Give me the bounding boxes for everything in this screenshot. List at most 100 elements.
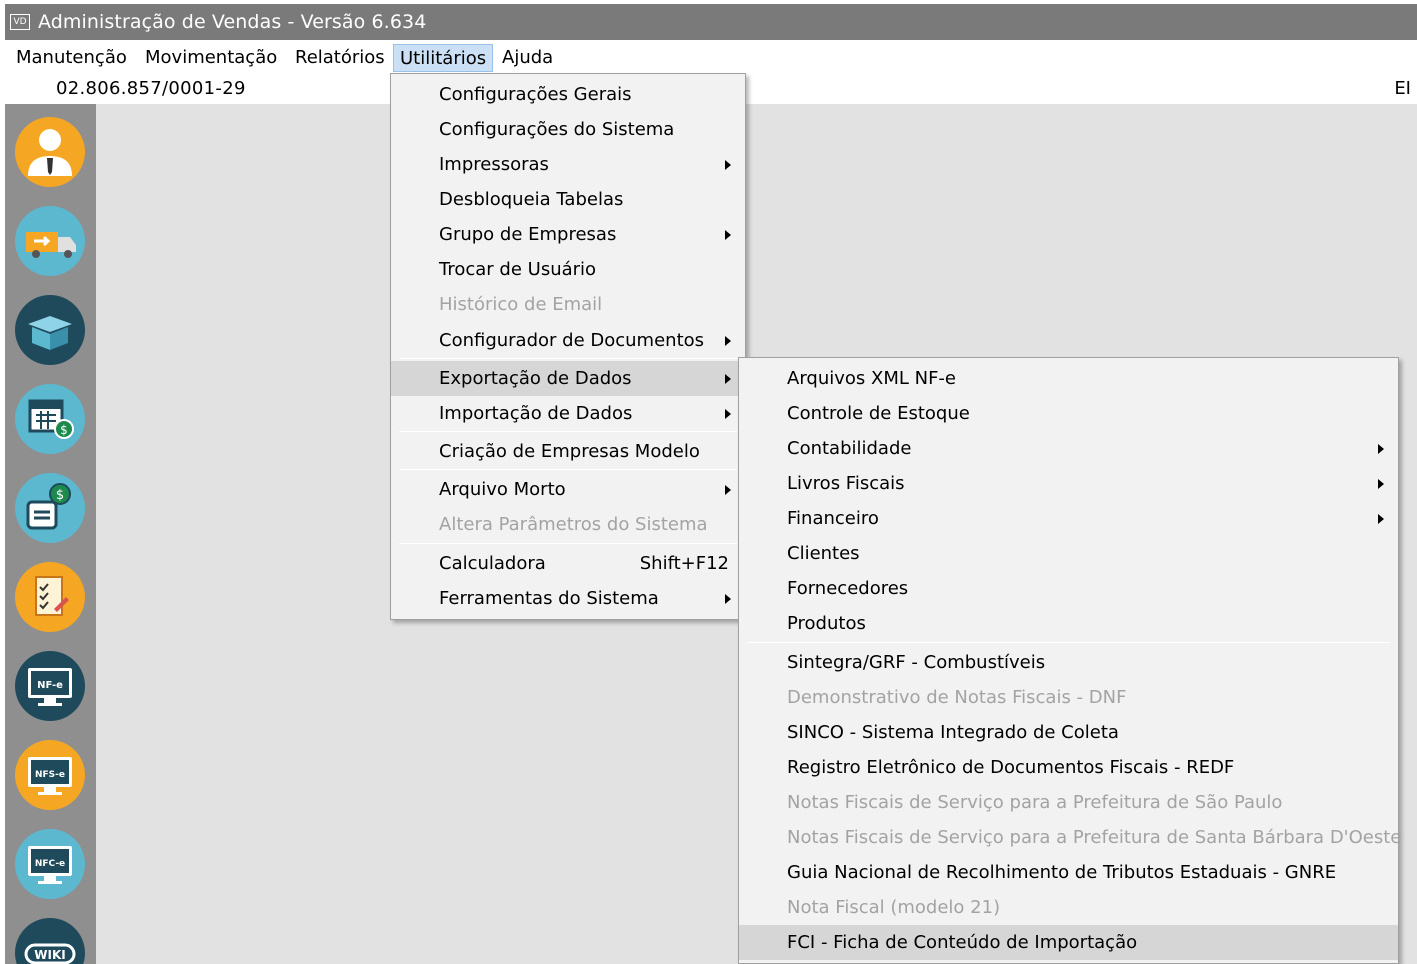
menu-item-label: Notas Fiscais de Serviço para a Prefeitu… bbox=[787, 792, 1283, 813]
submenu-item-nfs-santa-barbara: Notas Fiscais de Serviço para a Prefeitu… bbox=[739, 820, 1402, 855]
submenu-arrow-icon bbox=[725, 485, 731, 495]
submenu-item-redf[interactable]: Registro Eletrônico de Documentos Fiscai… bbox=[739, 750, 1398, 785]
sidebar: $ $ NF-e NFS-e NFC-e WIKI bbox=[5, 104, 96, 964]
money-document-icon[interactable]: $ bbox=[14, 472, 86, 544]
svg-text:$: $ bbox=[60, 423, 68, 437]
menu-item-label: Notas Fiscais de Serviço para a Prefeitu… bbox=[787, 827, 1402, 848]
menu-relatorios[interactable]: Relatórios bbox=[289, 44, 391, 72]
menu-item-label: Exportação de Dados bbox=[439, 368, 632, 389]
nfe-monitor-icon[interactable]: NF-e bbox=[14, 650, 86, 722]
submenu-item-livros-fiscais[interactable]: Livros Fiscais bbox=[739, 466, 1398, 501]
user-icon[interactable] bbox=[14, 116, 86, 188]
calendar-money-icon[interactable]: $ bbox=[14, 383, 86, 455]
submenu-arrow-icon bbox=[725, 336, 731, 346]
menu-item-configurador-documentos[interactable]: Configurador de Documentos bbox=[391, 323, 745, 358]
title-bar: VD Administração de Vendas - Versão 6.63… bbox=[5, 4, 1417, 40]
nfe-label: NF-e bbox=[37, 680, 63, 691]
menu-separator bbox=[747, 642, 1390, 643]
menu-item-configuracoes-sistema[interactable]: Configurações do Sistema bbox=[391, 112, 745, 147]
company-cnpj: 02.806.857/0001-29 bbox=[56, 78, 246, 99]
submenu-item-clientes[interactable]: Clientes bbox=[739, 536, 1398, 571]
checklist-icon[interactable] bbox=[14, 561, 86, 633]
menu-item-calculadora[interactable]: Calculadora Shift+F12 bbox=[391, 546, 745, 581]
menu-item-grupo-empresas[interactable]: Grupo de Empresas bbox=[391, 217, 745, 252]
nfse-label: NFS-e bbox=[35, 770, 65, 780]
menu-item-label: Desbloqueia Tabelas bbox=[439, 189, 624, 210]
submenu-arrow-icon bbox=[725, 230, 731, 240]
submenu-item-produtos[interactable]: Produtos bbox=[739, 606, 1398, 641]
menu-item-ferramentas-sistema[interactable]: Ferramentas do Sistema bbox=[391, 581, 745, 616]
menu-item-label: Demonstrativo de Notas Fiscais - DNF bbox=[787, 687, 1127, 708]
menu-item-label: Guia Nacional de Recolhimento de Tributo… bbox=[787, 862, 1337, 883]
menu-item-label: Histórico de Email bbox=[439, 294, 603, 315]
menu-ajuda[interactable]: Ajuda bbox=[496, 44, 559, 72]
menu-item-desbloqueia-tabelas[interactable]: Desbloqueia Tabelas bbox=[391, 182, 745, 217]
truck-icon[interactable] bbox=[14, 205, 86, 277]
menu-item-label: Ferramentas do Sistema bbox=[439, 588, 659, 609]
menu-item-label: Controle de Estoque bbox=[787, 403, 970, 424]
submenu-item-fornecedores[interactable]: Fornecedores bbox=[739, 571, 1398, 606]
submenu-item-sintegra-grf[interactable]: Sintegra/GRF - Combustíveis bbox=[739, 645, 1398, 680]
menu-separator bbox=[399, 431, 737, 432]
menu-item-exportacao-dados[interactable]: Exportação de Dados bbox=[391, 361, 745, 396]
nfse-monitor-icon[interactable]: NFS-e bbox=[14, 739, 86, 811]
submenu-item-sinco[interactable]: SINCO - Sistema Integrado de Coleta bbox=[739, 715, 1398, 750]
wiki-label: WIKI bbox=[34, 948, 65, 962]
menu-item-importacao-dados[interactable]: Importação de Dados bbox=[391, 396, 745, 431]
menu-movimentacao[interactable]: Movimentação bbox=[139, 44, 283, 72]
submenu-arrow-icon bbox=[1378, 479, 1384, 489]
box-icon[interactable] bbox=[14, 294, 86, 366]
menu-item-shortcut: Shift+F12 bbox=[639, 553, 729, 574]
menu-item-label: Grupo de Empresas bbox=[439, 224, 617, 245]
menu-bar: Manutenção Movimentação Relatórios Utili… bbox=[5, 40, 1417, 75]
submenu-arrow-icon bbox=[1378, 514, 1384, 524]
menu-item-criacao-empresas-modelo[interactable]: Criação de Empresas Modelo bbox=[391, 434, 745, 469]
menu-item-historico-email: Histórico de Email bbox=[391, 287, 745, 322]
menu-manutencao[interactable]: Manutenção bbox=[10, 44, 133, 72]
nfce-label: NFC-e bbox=[35, 859, 65, 869]
submenu-item-fci[interactable]: FCI - Ficha de Conteúdo de Importação bbox=[739, 925, 1398, 960]
menu-item-label: Importação de Dados bbox=[439, 403, 633, 424]
menu-item-label: Arquivo Morto bbox=[439, 479, 566, 500]
menu-utilitarios[interactable]: Utilitários bbox=[393, 44, 494, 72]
menu-item-label: Clientes bbox=[787, 543, 860, 564]
nfce-monitor-icon[interactable]: NFC-e bbox=[14, 828, 86, 900]
app-icon: VD bbox=[10, 14, 30, 30]
submenu-item-controle-estoque[interactable]: Controle de Estoque bbox=[739, 396, 1398, 431]
submenu-item-financeiro[interactable]: Financeiro bbox=[739, 501, 1398, 536]
menu-item-impressoras[interactable]: Impressoras bbox=[391, 147, 745, 182]
submenu-item-arquivos-xml-nfe[interactable]: Arquivos XML NF-e bbox=[739, 361, 1398, 396]
menu-separator bbox=[399, 469, 737, 470]
submenu-arrow-icon bbox=[1378, 444, 1384, 454]
menu-item-label: Financeiro bbox=[787, 508, 879, 529]
menu-item-arquivo-morto[interactable]: Arquivo Morto bbox=[391, 472, 745, 507]
menu-item-label: Configurações do Sistema bbox=[439, 119, 675, 140]
menu-item-label: Sintegra/GRF - Combustíveis bbox=[787, 652, 1046, 673]
menu-separator bbox=[399, 358, 737, 359]
menu-item-label: Calculadora bbox=[439, 553, 546, 574]
wiki-icon[interactable]: WIKI bbox=[14, 917, 86, 964]
menu-item-label: Altera Parâmetros do Sistema bbox=[439, 514, 708, 535]
submenu-item-dnf: Demonstrativo de Notas Fiscais - DNF bbox=[739, 680, 1398, 715]
submenu-item-gnre[interactable]: Guia Nacional de Recolhimento de Tributo… bbox=[739, 855, 1398, 890]
menu-item-trocar-usuario[interactable]: Trocar de Usuário bbox=[391, 252, 745, 287]
submenu-item-contabilidade[interactable]: Contabilidade bbox=[739, 431, 1398, 466]
menu-item-label: Criação de Empresas Modelo bbox=[439, 441, 700, 462]
submenu-arrow-icon bbox=[725, 409, 731, 419]
submenu-arrow-icon bbox=[725, 374, 731, 384]
menu-item-label: Configurador de Documentos bbox=[439, 330, 705, 351]
menu-item-label: Configurações Gerais bbox=[439, 84, 632, 105]
submenu-item-nfs-sao-paulo: Notas Fiscais de Serviço para a Prefeitu… bbox=[739, 785, 1398, 820]
menu-item-label: Livros Fiscais bbox=[787, 473, 905, 494]
menu-item-label: Nota Fiscal (modelo 21) bbox=[787, 897, 1001, 918]
exportacao-submenu: Arquivos XML NF-e Controle de Estoque Co… bbox=[738, 357, 1402, 964]
company-name-fragment: EI bbox=[1394, 78, 1411, 99]
menu-item-label: Fornecedores bbox=[787, 578, 909, 599]
window-title: Administração de Vendas - Versão 6.634 bbox=[38, 11, 427, 33]
menu-item-configuracoes-gerais[interactable]: Configurações Gerais bbox=[391, 77, 745, 112]
menu-item-label: Produtos bbox=[787, 613, 866, 634]
menu-separator bbox=[399, 543, 737, 544]
submenu-arrow-icon bbox=[725, 594, 731, 604]
menu-item-label: Registro Eletrônico de Documentos Fiscai… bbox=[787, 757, 1235, 778]
submenu-arrow-icon bbox=[725, 160, 731, 170]
